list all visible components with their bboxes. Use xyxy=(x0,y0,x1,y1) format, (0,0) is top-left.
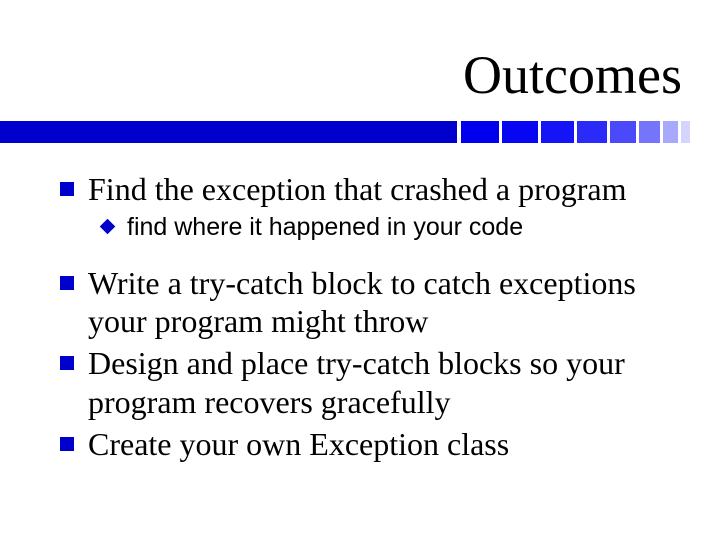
square-bullet-icon xyxy=(60,437,74,451)
bullet-text: Find the exception that crashed a progra… xyxy=(88,170,626,208)
bullet-item-4: Create your own Exception class xyxy=(60,425,680,463)
square-bullet-icon xyxy=(60,276,74,290)
accent-bar xyxy=(0,121,720,143)
slide: Outcomes Find the exception that crashed… xyxy=(0,0,720,540)
slide-title: Outcomes xyxy=(463,44,682,106)
accent-bar-solid xyxy=(0,121,457,143)
square-bullet-icon xyxy=(60,356,74,370)
bullet-text: Write a try-catch block to catch excepti… xyxy=(88,264,680,341)
sub-bullet-item-1: find where it happened in your code xyxy=(102,212,680,243)
diamond-bullet-icon xyxy=(100,219,116,235)
bullet-item-3: Design and place try-catch blocks so you… xyxy=(60,344,680,421)
accent-bar-segment xyxy=(610,121,636,143)
bullet-text: Design and place try-catch blocks so you… xyxy=(88,344,680,421)
accent-bar-segment xyxy=(663,121,678,143)
bullet-item-2: Write a try-catch block to catch excepti… xyxy=(60,264,680,341)
sub-bullet-text: find where it happened in your code xyxy=(127,212,523,243)
accent-bar-segment xyxy=(639,121,660,143)
square-bullet-icon xyxy=(60,182,74,196)
accent-bar-segment xyxy=(461,121,499,143)
content-area: Find the exception that crashed a progra… xyxy=(60,170,680,468)
bullet-text: Create your own Exception class xyxy=(88,425,509,463)
bullet-item-1: Find the exception that crashed a progra… xyxy=(60,170,680,208)
accent-bar-segment xyxy=(502,121,538,143)
accent-bar-segment xyxy=(681,121,690,143)
accent-bar-segment xyxy=(577,121,607,143)
accent-bar-segment xyxy=(541,121,574,143)
